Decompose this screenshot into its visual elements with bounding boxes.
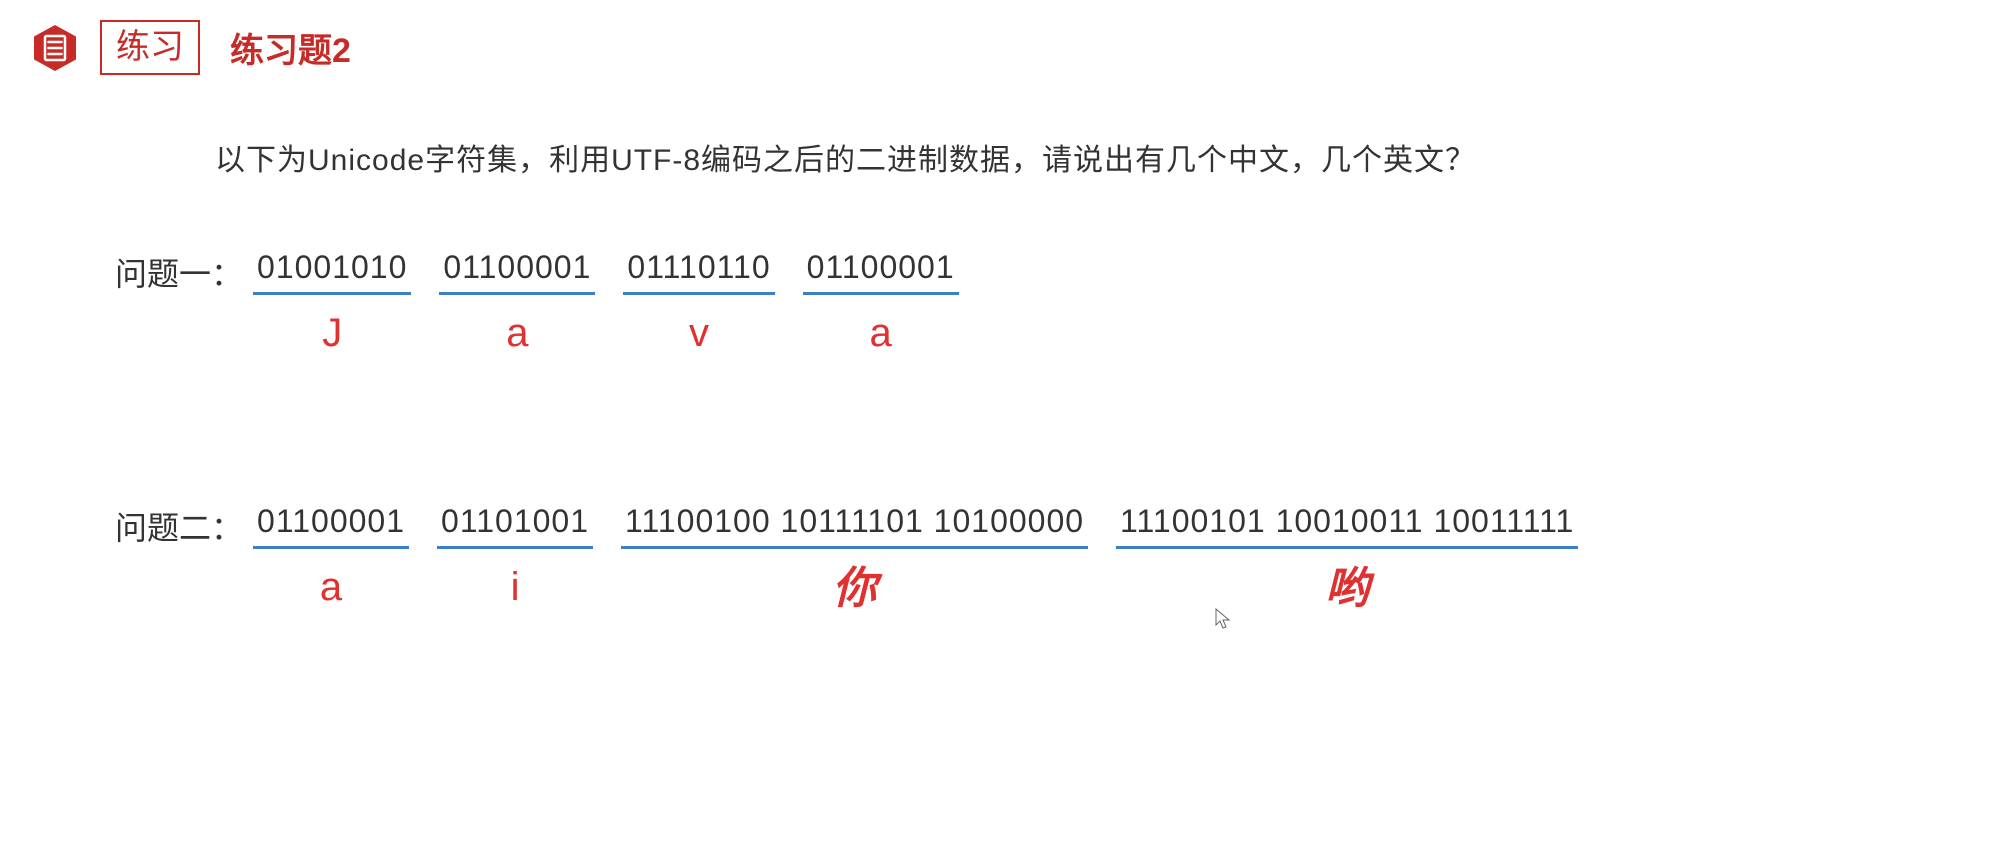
problem-1-label: 问题一： <box>115 249 243 295</box>
binary-bytes: 11100101 10010011 10011111 <box>1116 503 1578 549</box>
decoded-char: a <box>320 567 342 607</box>
decoded-char: a <box>506 313 528 353</box>
question-prompt: 以下为Unicode字符集，利用UTF-8编码之后的二进制数据，请说出有几个中文… <box>215 135 1977 179</box>
decoded-char: i <box>511 567 520 607</box>
decoded-char: 你 <box>833 567 877 611</box>
slide-header: 练习 练习题2 <box>30 20 1977 75</box>
binary-group: 01110110 v <box>623 249 774 353</box>
exercise-badge: 练习 <box>100 20 200 75</box>
problem-1-groups: 01001010 J 01100001 a 01110110 v 0110000… <box>253 249 959 353</box>
binary-group: 01101001 i <box>437 503 593 611</box>
list-hexagon-icon <box>30 23 80 73</box>
problem-2-label: 问题二： <box>115 503 243 549</box>
problem-1: 问题一： 01001010 J 01100001 a 01110110 v 01… <box>115 249 1977 353</box>
binary-bytes: 01101001 <box>437 503 593 549</box>
binary-bytes: 11100100 10111101 10100000 <box>621 503 1088 549</box>
slide-title: 练习题2 <box>230 23 351 72</box>
binary-bytes: 01100001 <box>253 503 409 549</box>
binary-group: 11100100 10111101 10100000 你 <box>621 503 1088 611</box>
mouse-cursor-icon <box>1215 608 1233 632</box>
decoded-char: J <box>322 313 342 353</box>
decoded-char: v <box>689 313 709 353</box>
decoded-char: a <box>870 313 892 353</box>
binary-group: 01100001 a <box>253 503 409 611</box>
binary-bytes: 01100001 <box>803 249 959 295</box>
binary-group: 01001010 J <box>253 249 411 353</box>
problem-2-groups: 01100001 a 01101001 i 11100100 10111101 … <box>253 503 1578 611</box>
binary-group: 01100001 a <box>439 249 595 353</box>
binary-bytes: 01001010 <box>253 249 411 295</box>
decoded-char: 哟 <box>1325 567 1369 611</box>
binary-bytes: 01100001 <box>439 249 595 295</box>
binary-group: 01100001 a <box>803 249 959 353</box>
binary-bytes: 01110110 <box>623 249 774 295</box>
binary-group: 11100101 10010011 10011111 哟 <box>1116 503 1578 611</box>
problem-2: 问题二： 01100001 a 01101001 i 11100100 1011… <box>115 503 1977 611</box>
